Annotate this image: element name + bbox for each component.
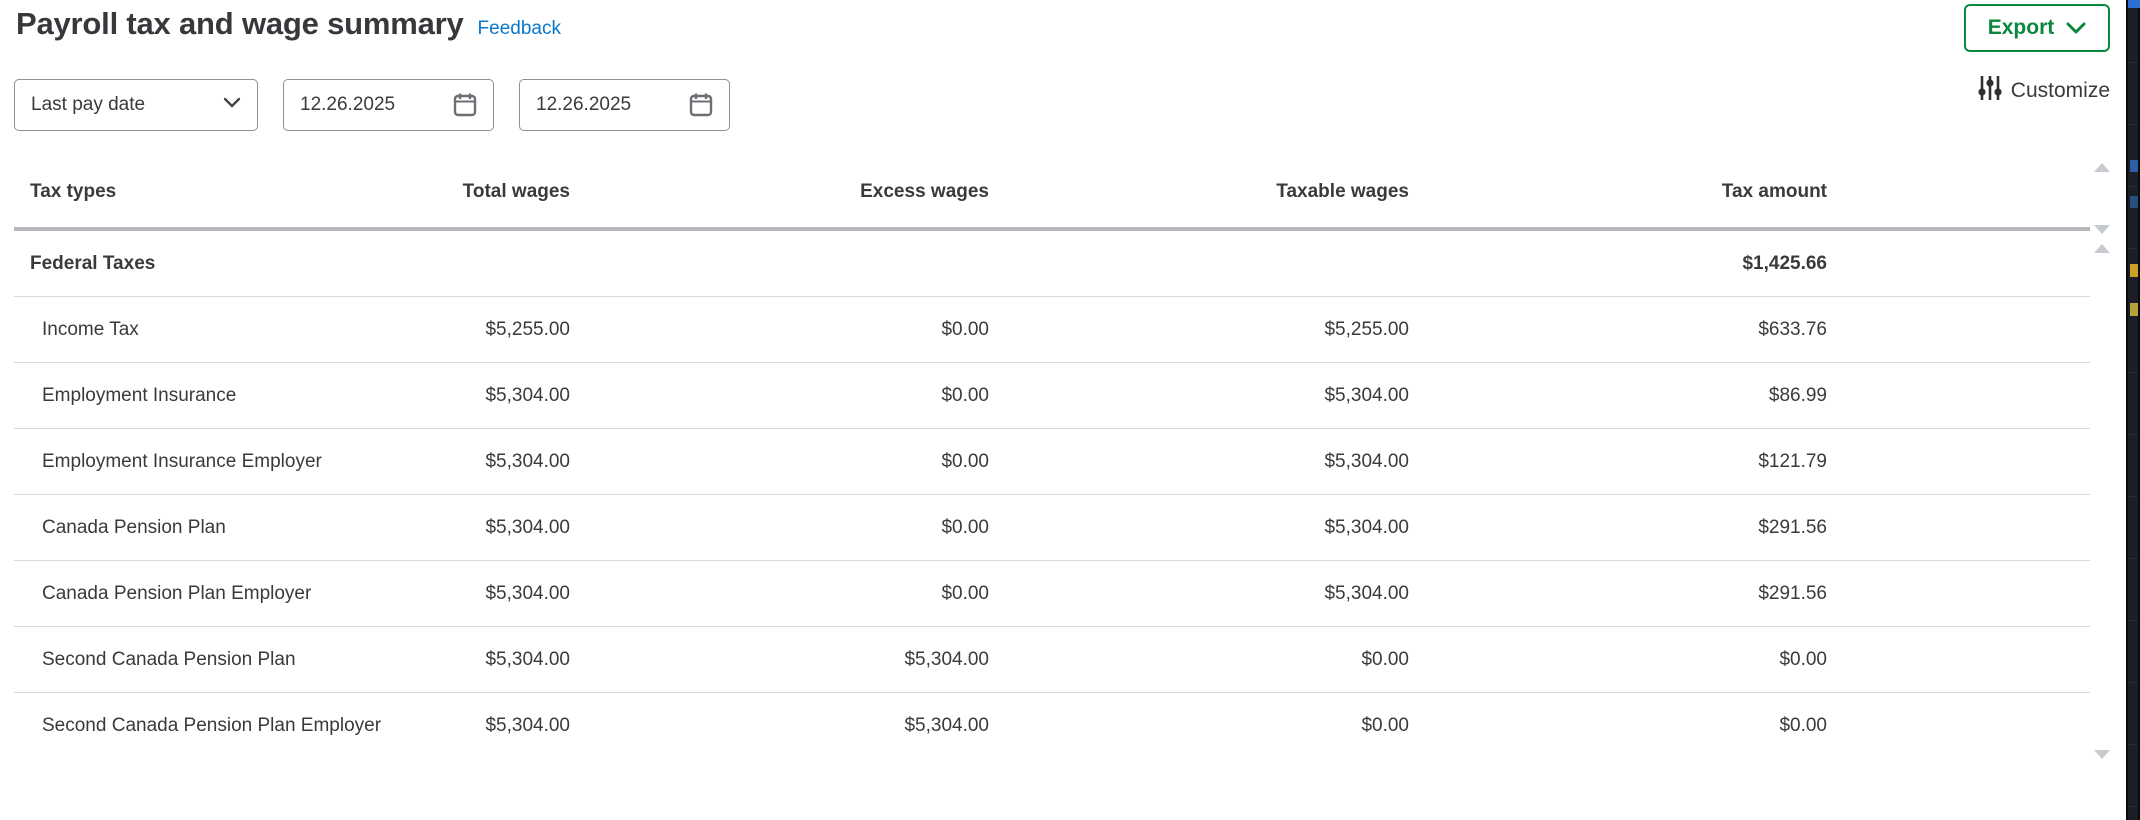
table-row: Income Tax $5,255.00 $0.00 $5,255.00 $63… [14, 297, 2090, 363]
row-taxable-wages: $5,304.00 [989, 451, 1409, 473]
start-date-field[interactable] [283, 79, 494, 131]
column-header-total-wages: Total wages [444, 181, 570, 203]
row-total-wages: $5,304.00 [444, 451, 570, 473]
table-row: Canada Pension Plan $5,304.00 $0.00 $5,3… [14, 495, 2090, 561]
row-tax-amount: $633.76 [1409, 319, 1827, 341]
row-excess-wages: $0.00 [570, 517, 989, 539]
sliders-icon [1978, 74, 2002, 107]
background-fragment [2130, 264, 2138, 277]
background-fragment [2130, 303, 2138, 316]
row-excess-wages: $0.00 [570, 583, 989, 605]
row-label: Second Canada Pension Plan Employer [14, 715, 444, 737]
row-tax-amount: $291.56 [1409, 517, 1827, 539]
row-excess-wages: $0.00 [570, 451, 989, 473]
row-label: Income Tax [14, 319, 444, 341]
scroll-down-arrow[interactable] [2094, 750, 2110, 759]
payroll-summary-table: Tax types Total wages Excess wages Taxab… [14, 156, 2090, 759]
background-fragment [2130, 160, 2138, 172]
export-button-label: Export [1988, 16, 2055, 40]
end-date-input[interactable] [536, 94, 666, 116]
customize-label: Customize [2011, 79, 2110, 103]
end-date-field[interactable] [519, 79, 730, 131]
row-excess-wages: $5,304.00 [570, 649, 989, 671]
table-row: Employment Insurance Employer $5,304.00 … [14, 429, 2090, 495]
chevron-down-icon [2066, 22, 2086, 35]
row-taxable-wages: $5,304.00 [989, 385, 1409, 407]
scroll-down-arrow[interactable] [2094, 225, 2110, 234]
table-row: Second Canada Pension Plan $5,304.00 $5,… [14, 627, 2090, 693]
column-header-excess-wages: Excess wages [570, 181, 989, 203]
row-taxable-wages: $0.00 [989, 715, 1409, 737]
row-total-wages: $5,304.00 [444, 517, 570, 539]
table-row: Canada Pension Plan Employer $5,304.00 $… [14, 561, 2090, 627]
row-label: Employment Insurance [14, 385, 444, 407]
row-total-wages: $5,304.00 [444, 649, 570, 671]
row-excess-wages: $0.00 [570, 319, 989, 341]
row-tax-amount: $291.56 [1409, 583, 1827, 605]
chevron-down-icon [223, 96, 241, 114]
page-title: Payroll tax and wage summary [16, 6, 464, 42]
export-button[interactable]: Export [1964, 4, 2110, 52]
column-header-taxable-wages: Taxable wages [989, 181, 1409, 203]
column-header-tax-types: Tax types [14, 181, 444, 203]
row-taxable-wages: $5,304.00 [989, 517, 1409, 539]
table-row: Employment Insurance $5,304.00 $0.00 $5,… [14, 363, 2090, 429]
start-date-input[interactable] [300, 94, 430, 116]
row-label: Federal Taxes [14, 253, 444, 275]
table-row-federal-taxes: Federal Taxes $1,425.66 [14, 231, 2090, 297]
column-header-tax-amount: Tax amount [1409, 181, 1827, 203]
background-window-edge [2126, 0, 2140, 820]
filter-bar: Last pay date [14, 79, 730, 131]
date-range-type-select[interactable]: Last pay date [14, 79, 258, 131]
row-taxable-wages: $5,304.00 [989, 583, 1409, 605]
table-header-row: Tax types Total wages Excess wages Taxab… [14, 156, 2090, 227]
row-total-wages: $5,304.00 [444, 715, 570, 737]
scroll-up-arrow[interactable] [2094, 163, 2110, 172]
background-fragment [2128, 0, 2140, 8]
customize-button[interactable]: Customize [1978, 74, 2110, 107]
date-range-type-value: Last pay date [31, 94, 145, 116]
background-fragment [2130, 196, 2138, 208]
row-taxable-wages: $5,255.00 [989, 319, 1409, 341]
row-total-wages: $5,304.00 [444, 583, 570, 605]
row-total-wages: $5,304.00 [444, 385, 570, 407]
page-header: Payroll tax and wage summary Feedback [16, 6, 561, 42]
row-label: Canada Pension Plan [14, 517, 444, 539]
row-tax-amount: $1,425.66 [1409, 253, 1827, 275]
row-tax-amount: $86.99 [1409, 385, 1827, 407]
row-taxable-wages: $0.00 [989, 649, 1409, 671]
row-label: Second Canada Pension Plan [14, 649, 444, 671]
row-excess-wages: $0.00 [570, 385, 989, 407]
row-total-wages: $5,255.00 [444, 319, 570, 341]
row-tax-amount: $0.00 [1409, 715, 1827, 737]
row-tax-amount: $0.00 [1409, 649, 1827, 671]
feedback-link[interactable]: Feedback [478, 18, 561, 40]
row-label: Canada Pension Plan Employer [14, 583, 444, 605]
row-excess-wages: $5,304.00 [570, 715, 989, 737]
row-label: Employment Insurance Employer [14, 451, 444, 473]
table-row: Second Canada Pension Plan Employer $5,3… [14, 693, 2090, 759]
row-tax-amount: $121.79 [1409, 451, 1827, 473]
calendar-icon[interactable] [453, 92, 477, 118]
scroll-up-arrow[interactable] [2094, 244, 2110, 253]
calendar-icon[interactable] [689, 92, 713, 118]
